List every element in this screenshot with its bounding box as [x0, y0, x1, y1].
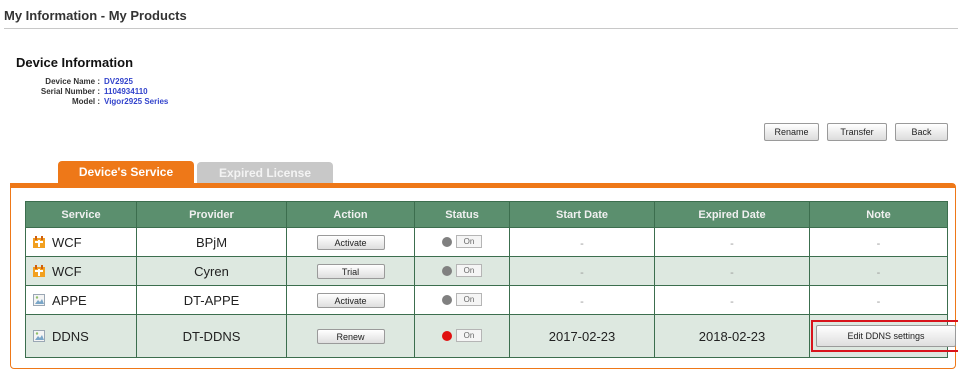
- service-panel: Service Provider Action Status Start Dat…: [10, 183, 958, 369]
- service-name: WCF: [52, 234, 82, 250]
- device-name-value: DV2925: [104, 77, 133, 86]
- expired-date-value: -: [730, 266, 734, 279]
- wcf-icon: [33, 235, 45, 248]
- renew-button[interactable]: Renew: [316, 329, 385, 345]
- action-cell: Activate: [286, 285, 415, 315]
- tab-expired-license[interactable]: Expired License: [197, 162, 333, 183]
- header-note: Note: [809, 201, 948, 228]
- service-cell: APPE: [25, 285, 137, 315]
- table-row: WCF Cyren Trial On - - -: [25, 256, 948, 286]
- expired-date-value: -: [730, 237, 734, 250]
- start-date-value: -: [580, 237, 584, 250]
- device-name-label: Device Name :: [45, 77, 100, 86]
- status-label: On: [456, 293, 482, 306]
- status-cell: On: [414, 285, 510, 315]
- provider-cell: BPjM: [136, 227, 287, 257]
- status-label: On: [456, 235, 482, 248]
- device-info-block: Device Name : DV2925 Serial Number : 110…: [16, 77, 168, 107]
- note-cell: Edit DDNS settings: [809, 314, 958, 358]
- trial-button[interactable]: Trial: [316, 264, 385, 280]
- page-title: My Information - My Products: [4, 8, 187, 23]
- serial-number-label: Serial Number :: [40, 87, 100, 96]
- header-provider: Provider: [136, 201, 287, 228]
- start-date-cell: -: [509, 285, 655, 315]
- back-button[interactable]: Back: [895, 123, 948, 141]
- note-value: -: [876, 295, 881, 308]
- serial-number-row: Serial Number : 1104934110: [16, 87, 168, 97]
- service-table: Service Provider Action Status Start Dat…: [25, 201, 958, 358]
- note-cell: -: [809, 256, 948, 286]
- table-row: DDNS DT-DDNS Renew On 2017-02-23 2018-02…: [25, 314, 958, 358]
- note-value: -: [876, 237, 881, 250]
- activate-button[interactable]: Activate: [316, 235, 385, 251]
- status-indicator: [442, 236, 452, 247]
- action-cell: Renew: [286, 314, 415, 358]
- model-label: Model :: [72, 97, 100, 106]
- expired-date-value: -: [730, 295, 734, 308]
- service-cell: WCF: [25, 256, 137, 286]
- note-value: -: [876, 266, 881, 279]
- status-label: On: [456, 329, 482, 342]
- status-cell: On: [414, 227, 510, 257]
- table-row: APPE DT-APPE Activate On - - -: [25, 285, 948, 315]
- expired-date-cell: 2018-02-23: [654, 314, 810, 358]
- header-action: Action: [286, 201, 415, 228]
- header-service: Service: [25, 201, 137, 228]
- provider-cell: DT-DDNS: [136, 314, 287, 358]
- service-name: WCF: [52, 263, 82, 279]
- start-date-cell: 2017-02-23: [509, 314, 655, 358]
- highlight-box: Edit DDNS settings: [811, 320, 958, 352]
- status-toggle[interactable]: On: [442, 329, 482, 342]
- status-indicator: [442, 265, 452, 276]
- header-start-date: Start Date: [509, 201, 655, 228]
- rename-button[interactable]: Rename: [764, 123, 819, 141]
- note-cell: -: [809, 227, 948, 257]
- status-indicator-active: [442, 330, 452, 341]
- status-toggle[interactable]: On: [442, 293, 482, 306]
- transfer-button[interactable]: Transfer: [827, 123, 887, 141]
- status-toggle[interactable]: On: [442, 264, 482, 277]
- panel-accent-bar: [11, 184, 955, 188]
- status-indicator: [442, 294, 452, 305]
- provider-cell: DT-APPE: [136, 285, 287, 315]
- status-toggle[interactable]: On: [442, 235, 482, 248]
- model-value: Vigor2925 Series: [104, 97, 169, 106]
- serial-number-value: 1104934110: [104, 87, 148, 96]
- service-name: DDNS: [52, 328, 89, 344]
- start-date-value: -: [580, 295, 584, 308]
- tab-devices-service[interactable]: Device's Service: [58, 161, 194, 183]
- table-header-row: Service Provider Action Status Start Dat…: [25, 201, 948, 228]
- start-date-cell: -: [509, 256, 655, 286]
- status-cell: On: [414, 314, 510, 358]
- expired-date-cell: -: [654, 227, 810, 257]
- service-cell: WCF: [25, 227, 137, 257]
- broken-image-icon: [33, 329, 45, 342]
- start-date-cell: -: [509, 227, 655, 257]
- action-cell: Activate: [286, 227, 415, 257]
- provider-cell: Cyren: [136, 256, 287, 286]
- expired-date-cell: -: [654, 285, 810, 315]
- table-row: WCF BPjM Activate On - - -: [25, 227, 948, 257]
- service-name: APPE: [52, 292, 87, 308]
- action-cell: Trial: [286, 256, 415, 286]
- start-date-value: -: [580, 266, 584, 279]
- wcf-icon: [33, 264, 45, 277]
- device-info-heading: Device Information: [16, 55, 134, 70]
- note-cell: -: [809, 285, 948, 315]
- header-expired-date: Expired Date: [654, 201, 810, 228]
- model-row: Model : Vigor2925 Series: [16, 97, 168, 107]
- header-status: Status: [414, 201, 510, 228]
- status-cell: On: [414, 256, 510, 286]
- title-divider: [4, 28, 958, 29]
- activate-button[interactable]: Activate: [316, 293, 385, 309]
- broken-image-icon: [33, 293, 45, 306]
- edit-ddns-settings-button[interactable]: Edit DDNS settings: [816, 325, 956, 347]
- status-label: On: [456, 264, 482, 277]
- service-cell: DDNS: [25, 314, 137, 358]
- device-name-row: Device Name : DV2925: [16, 77, 168, 87]
- expired-date-cell: -: [654, 256, 810, 286]
